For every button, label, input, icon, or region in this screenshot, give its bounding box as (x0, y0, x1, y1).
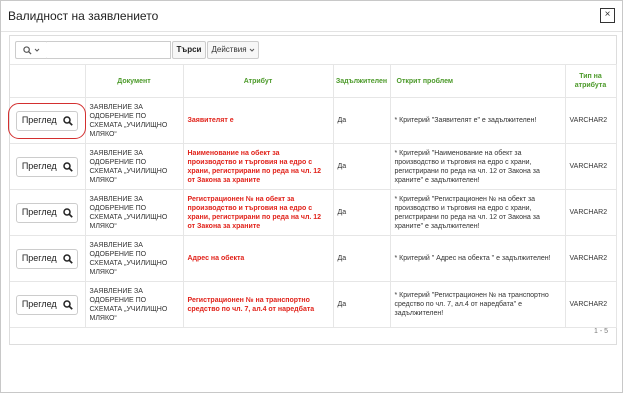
actions-menu-button[interactable]: Действия (207, 41, 259, 59)
view-button[interactable]: Преглед (8, 102, 87, 139)
report-toolbar: Търси Действия (10, 36, 616, 64)
column-header-view (10, 64, 86, 98)
problem-cell: * Критерий "Регистрационен № на транспор… (390, 281, 566, 328)
view-button[interactable]: Преглед (16, 156, 79, 177)
view-cell: Преглед (8, 97, 87, 144)
type-cell: VARCHAR2 (565, 97, 617, 144)
dialog-titlebar: Валидност на заявлението × (1, 1, 622, 32)
search-icon (62, 115, 73, 126)
document-cell: ЗАЯВЛЕНИЕ ЗА ОДОБРЕНИЕ ПО СХЕМАТА „УЧИЛИ… (85, 281, 184, 328)
attribute-cell: Заявителят е (183, 97, 334, 144)
search-options-button[interactable] (15, 41, 48, 59)
problem-cell: * Критерий "Заявителят е" е задължителен… (390, 97, 566, 144)
view-button-label: Преглед (21, 115, 57, 125)
view-cell: Преглед (10, 281, 86, 328)
validity-dialog: Валидност на заявлението × Търси Действи… (0, 0, 623, 393)
problem-cell: * Критерий " Адрес на обекта " е задължи… (390, 235, 566, 282)
required-cell: Да (333, 281, 391, 328)
column-header-problem[interactable]: Открит проблем (390, 64, 566, 98)
search-button[interactable]: Търси (172, 41, 206, 59)
view-button-label: Преглед (21, 161, 57, 171)
search-icon (23, 45, 32, 55)
column-header-document[interactable]: Документ (85, 64, 184, 98)
required-cell: Да (333, 189, 391, 236)
attribute-cell: Регистрационен № на обект за производств… (183, 189, 334, 236)
table-header-row: Документ Атрибут Задължителен Открит про… (10, 64, 617, 98)
validity-table: Документ Атрибут Задължителен Открит про… (8, 64, 617, 328)
table-row: Преглед ЗАЯВЛЕНИЕ ЗА ОДОБРЕНИЕ ПО СХЕМАТ… (10, 235, 617, 282)
document-cell: ЗАЯВЛЕНИЕ ЗА ОДОБРЕНИЕ ПО СХЕМАТА „УЧИЛИ… (85, 97, 184, 144)
column-header-type[interactable]: Тип на атрибута (565, 64, 617, 98)
type-cell: VARCHAR2 (565, 281, 617, 328)
chevron-down-icon (249, 47, 255, 53)
problem-cell: * Критерий "Наименование на обект за про… (390, 143, 566, 190)
view-button-label: Преглед (21, 207, 57, 217)
document-cell: ЗАЯВЛЕНИЕ ЗА ОДОБРЕНИЕ ПО СХЕМАТА „УЧИЛИ… (85, 143, 184, 190)
problem-cell: * Критерий "Регистрационен № на обект за… (390, 189, 566, 236)
table-row: Преглед ЗАЯВЛЕНИЕ ЗА ОДОБРЕНИЕ ПО СХЕМАТ… (10, 143, 617, 190)
column-header-required[interactable]: Задължителен (333, 64, 391, 98)
report-panel: Търси Действия Документ Атрибут Задължит… (8, 35, 617, 345)
attribute-cell: Адрес на обекта (183, 235, 334, 282)
view-cell: Преглед (10, 235, 86, 282)
view-button[interactable]: Преглед (16, 202, 79, 223)
table-row: Преглед ЗАЯВЛЕНИЕ ЗА ОДОБРЕНИЕ ПО СХЕМАТ… (8, 97, 617, 144)
search-icon (62, 253, 73, 264)
type-cell: VARCHAR2 (565, 189, 617, 236)
search-icon (62, 299, 73, 310)
table-row: Преглед ЗАЯВЛЕНИЕ ЗА ОДОБРЕНИЕ ПО СХЕМАТ… (10, 281, 617, 328)
document-cell: ЗАЯВЛЕНИЕ ЗА ОДОБРЕНИЕ ПО СХЕМАТА „УЧИЛИ… (85, 235, 184, 282)
required-cell: Да (333, 97, 391, 144)
view-button-label: Преглед (21, 253, 57, 263)
view-cell: Преглед (10, 189, 86, 236)
view-button[interactable]: Преглед (16, 248, 79, 269)
search-icon (62, 207, 73, 218)
pagination-info: 1 - 5 (593, 328, 608, 335)
actions-label: Действия (211, 45, 247, 54)
type-cell: VARCHAR2 (565, 235, 617, 282)
attribute-cell: Регистрационен № на транспортно средство… (183, 281, 334, 328)
column-header-attribute[interactable]: Атрибут (183, 64, 334, 98)
document-cell: ЗАЯВЛЕНИЕ ЗА ОДОБРЕНИЕ ПО СХЕМАТА „УЧИЛИ… (85, 189, 184, 236)
dialog-title: Валидност на заявлението (8, 9, 159, 23)
close-icon[interactable]: × (600, 8, 615, 23)
required-cell: Да (333, 235, 391, 282)
required-cell: Да (333, 143, 391, 190)
type-cell: VARCHAR2 (565, 143, 617, 190)
table-row: Преглед ЗАЯВЛЕНИЕ ЗА ОДОБРЕНИЕ ПО СХЕМАТ… (10, 189, 617, 236)
chevron-down-icon (34, 47, 40, 53)
search-input[interactable] (47, 41, 171, 59)
view-button[interactable]: Преглед (16, 294, 79, 315)
search-icon (62, 161, 73, 172)
view-button-label: Преглед (21, 299, 57, 309)
view-cell: Преглед (10, 143, 86, 190)
attribute-cell: Наименование на обект за производство и … (183, 143, 334, 190)
